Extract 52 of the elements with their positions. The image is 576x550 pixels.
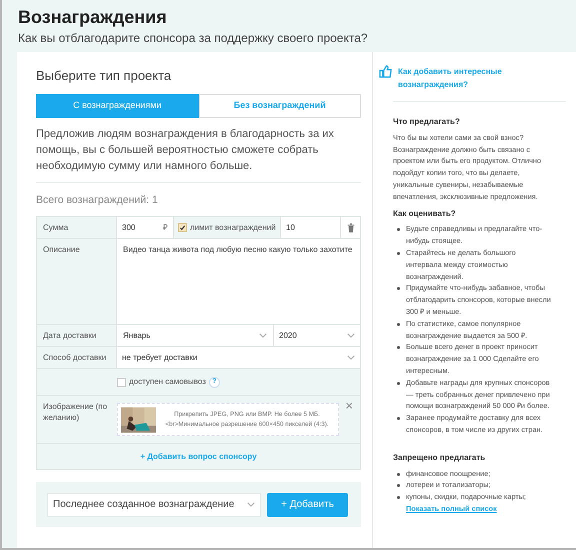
chevron-icon [247,502,255,508]
section-heading: Запрещено предлагать [393,452,486,464]
trash-icon[interactable] [346,222,354,233]
bullet-icon [397,346,400,350]
thumbs-up-icon [379,65,392,78]
close-button[interactable]: × [345,399,353,444]
checkbox-label: доступен самовывоз [129,376,206,388]
page-subtitle: Как вы отблагодарите спонсора за поддержку своего проекта? [18,30,369,46]
bullet-icon [397,484,400,488]
limit-field[interactable]: 10 [281,217,341,238]
checkbox[interactable] [178,223,187,232]
field-label: Дата доставки [43,331,96,340]
section-label: Выберите тип проекта [36,67,172,85]
year-value: 2020 [279,330,297,342]
section-heading: Как оценивать? [393,208,457,220]
year-select[interactable]: 2020 [274,325,360,346]
chevron-icon [347,333,355,338]
bullet-icon [397,287,400,290]
project-type-tab[interactable]: С вознаграждениями [36,94,198,118]
field-label: Сумма [43,223,68,232]
add-button[interactable]: + Добавить [267,492,348,517]
bullet-icon [397,228,400,232]
bullet-icon [397,417,400,420]
chevron-icon [259,333,267,338]
checkbox-label: лимит вознаграждений [190,222,276,234]
bullet-icon [397,322,400,326]
field-label: Способ доставки [43,353,106,362]
limit-value: 10 [286,222,295,234]
page-title: Вознаграждения [18,6,168,28]
bullet-icon [397,472,400,476]
description-text: Видео танца живота под любую песню какую только захотите [123,245,352,254]
delivery-value: не требует доставки [122,352,198,364]
field-label: Описание [43,245,80,254]
month-value: Январь [123,330,150,342]
help-link[interactable]: Как добавить интересные вознаграждения? [398,65,508,91]
section-heading: Что предлагать? [393,116,461,128]
bullet-icon [397,496,400,500]
template-value: Последнее созданное вознаграждение [53,498,234,512]
currency-sign: ₽ [163,222,168,234]
bullet-icon [397,252,400,255]
checkbox[interactable] [117,378,126,387]
reward-count: Всего вознаграждений: 1 [36,192,159,208]
bullet-icon [397,382,400,385]
delivery-select[interactable]: не требует доставки [117,347,360,368]
chevron-icon [347,355,355,360]
description-field[interactable]: Видео танца живота под любую песню какую только захотите [117,239,360,324]
project-type-tab[interactable]: Без вознаграждений [198,94,361,118]
intro-text: Предложив людям вознаграждения в благодарность за их помощь, вы с большей вероятностью сможете собрать необходимую сумму или намного больше. [36,126,335,174]
field-label: Изображение (по желанию) [43,402,108,422]
template-select[interactable]: Последнее созданное вознаграждение [47,492,261,517]
month-select[interactable]: Январь [117,325,274,346]
amount-value: 300 [122,222,136,234]
